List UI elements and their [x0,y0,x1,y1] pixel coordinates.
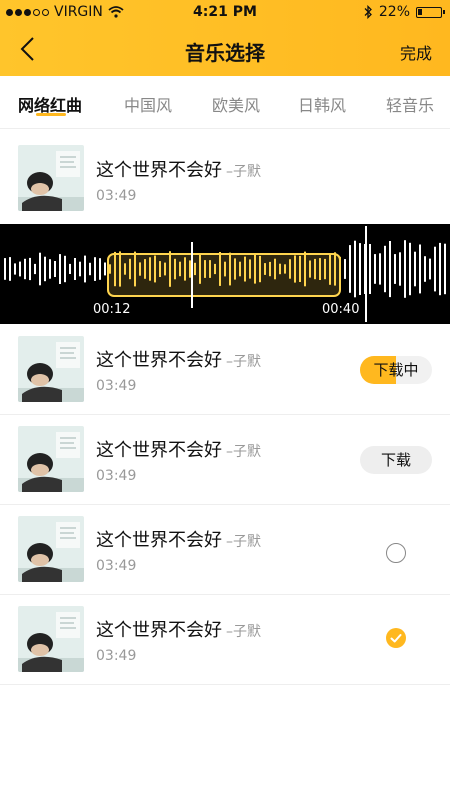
song-title: 这个世界不会好 –子默 [96,436,261,462]
select-radio-checked[interactable] [386,628,406,648]
song-artist: –子默 [226,444,261,460]
song-title-text: 这个世界不会好 [96,160,222,181]
album-cover [18,336,84,402]
trim-start-time: 00:12 [93,302,131,317]
page-title: 音乐选择 [185,41,265,65]
song-row[interactable]: 这个世界不会好 –子默 03:49 下载 [0,414,450,505]
check-icon [390,634,402,643]
song-title: 这个世界不会好 –子默 [96,156,261,182]
song-artist: –子默 [226,624,261,640]
tab-light-music[interactable]: 轻音乐 [386,92,434,116]
song-row[interactable]: 这个世界不会好 –子默 03:49 下载中 [0,324,450,415]
tab-western-style[interactable]: 欧美风 [212,92,260,116]
downloading-label: 下载中 [373,361,419,379]
song-title-text: 这个世界不会好 [96,350,222,371]
trim-end-time: 00:40 [322,302,360,317]
battery-icon [416,6,445,18]
song-row[interactable]: 这个世界不会好 –子默 03:49 [0,504,450,595]
tab-japan-korea-style[interactable]: 日韩风 [298,92,346,116]
album-cover [18,516,84,582]
waveform [4,226,446,322]
song-duration: 03:49 [96,558,137,574]
downloading-button[interactable]: 下载中 [360,356,432,384]
song-duration: 03:49 [96,468,137,484]
album-cover [18,606,84,672]
album-cover [18,145,84,211]
song-duration: 03:49 [96,188,137,204]
status-right: 22% [363,4,445,20]
tab-underline [36,113,66,116]
song-title-text: 这个世界不会好 [96,530,222,551]
category-tabs: 网络红曲 中国风 欧美风 日韩风 轻音乐 [0,76,450,129]
nav-bar: 音乐选择 完成 [0,24,450,76]
song-artist: –子默 [226,164,261,180]
done-button[interactable]: 完成 [400,40,432,64]
tab-chinese-style[interactable]: 中国风 [124,92,172,116]
battery-percent: 22% [378,4,410,20]
song-artist: –子默 [226,534,261,550]
album-cover [18,426,84,492]
header: VIRGIN 4:21 PM 22% 音乐选择 完成 [0,0,450,76]
bluetooth-icon [364,5,372,19]
song-title: 这个世界不会好 –子默 [96,346,261,372]
song-title-text: 这个世界不会好 [96,440,222,461]
song-row[interactable]: 这个世界不会好 –子默 03:49 [0,594,450,685]
waveform-trimmer[interactable]: 00:12 00:40 [0,224,450,324]
download-button[interactable]: 下载 [360,446,432,474]
song-title: 这个世界不会好 –子默 [96,526,261,552]
song-duration: 03:49 [96,378,137,394]
song-artist: –子默 [226,354,261,370]
status-bar: VIRGIN 4:21 PM 22% [0,0,450,24]
select-radio[interactable] [386,543,406,563]
song-title-text: 这个世界不会好 [96,620,222,641]
song-row[interactable]: 这个世界不会好 –子默 03:49 [0,128,450,224]
song-title: 这个世界不会好 –子默 [96,616,261,642]
song-duration: 03:49 [96,648,137,664]
